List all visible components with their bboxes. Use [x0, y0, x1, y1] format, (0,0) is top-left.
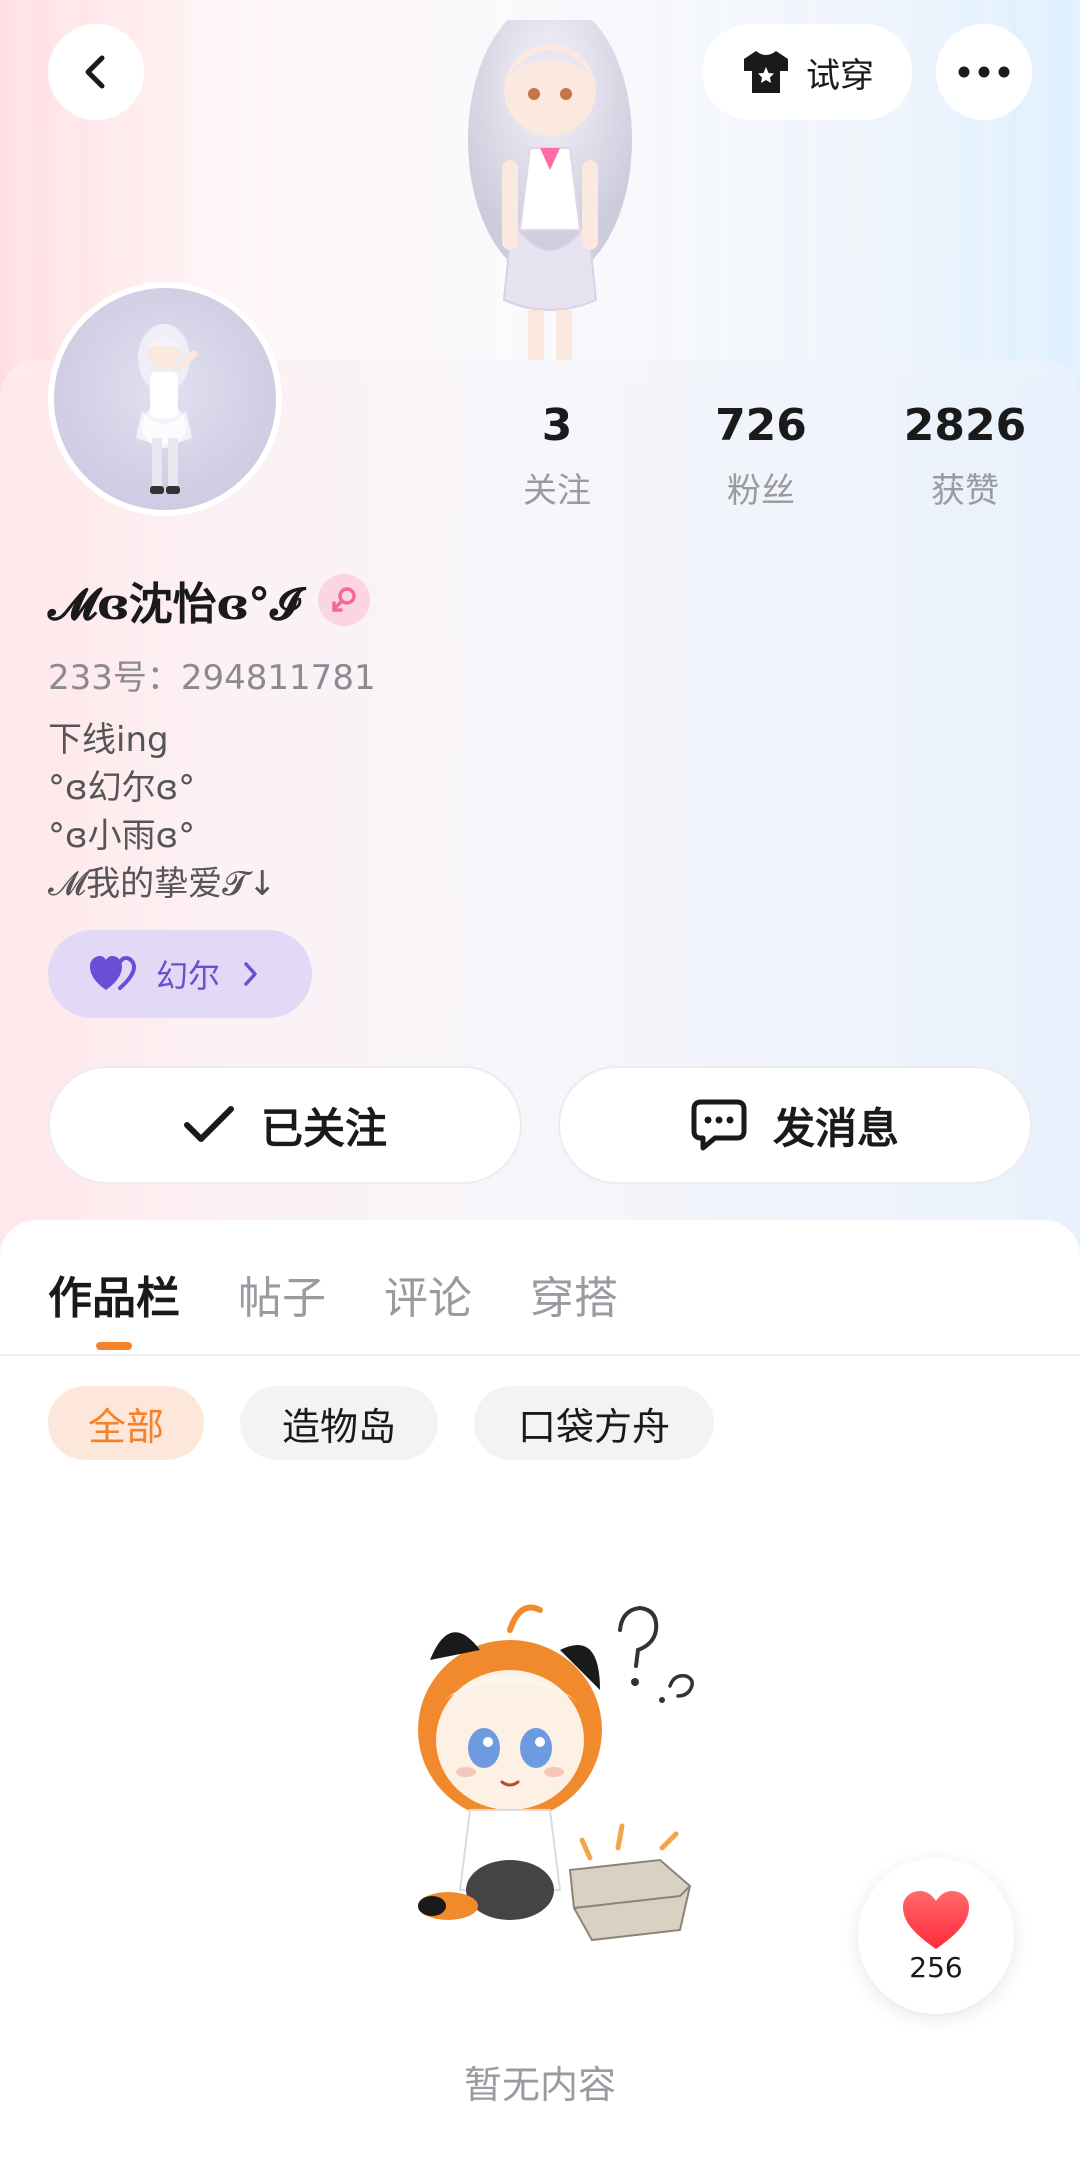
bio-line: °ɞ小雨ɞ° [48, 816, 196, 856]
followed-button[interactable]: 已关注 [48, 1066, 522, 1184]
more-dots-icon [958, 66, 1010, 78]
partner-button[interactable]: 幻尔 [48, 930, 312, 1018]
divider [0, 1354, 1080, 1356]
more-options-button[interactable] [936, 24, 1032, 120]
bio-line: 下线ing [48, 720, 169, 760]
fans-label: 粉丝 [727, 471, 795, 511]
stat-following[interactable]: 3 关注 [467, 400, 647, 512]
bio-line: 𝓜我的挚爱𝓣↓ [48, 864, 277, 904]
double-heart-icon [90, 955, 136, 990]
avatar[interactable] [48, 282, 282, 516]
chat-bubble-icon [691, 1099, 747, 1151]
avatar-character-image [136, 324, 198, 494]
heart-icon [903, 1890, 969, 1949]
bio: 下线ing °ɞ幻尔ɞ° °ɞ小雨ɞ° 𝓜我的挚爱𝓣↓ [48, 716, 277, 908]
like-button[interactable]: 256 [858, 1858, 1014, 2014]
content-tabs: 作品栏 帖子 评论 穿搭 [48, 1262, 676, 1326]
like-count: 256 [909, 1950, 963, 1984]
chevron-left-icon [85, 55, 105, 89]
send-message-button[interactable]: 发消息 [558, 1066, 1032, 1184]
checkmark-icon [183, 1106, 234, 1142]
fans-count: 726 [715, 400, 807, 451]
filter-chip-all[interactable]: 全部 [48, 1386, 204, 1460]
following-label: 关注 [523, 471, 591, 511]
bio-line: °ɞ幻尔ɞ° [48, 768, 196, 808]
try-on-button[interactable]: 试穿 [702, 24, 912, 120]
shirt-star-icon [744, 51, 788, 93]
user-id: 233号：294811781 [48, 658, 376, 698]
back-button[interactable] [48, 24, 144, 120]
banner-character-image [468, 20, 632, 360]
partner-label: 幻尔 [156, 957, 221, 995]
stat-likes[interactable]: 2826 获赞 [875, 400, 1055, 512]
tab-comments[interactable]: 评论 [384, 1262, 472, 1326]
following-count: 3 [541, 400, 573, 451]
active-tab-indicator [96, 1342, 132, 1350]
followed-label: 已关注 [260, 1103, 387, 1153]
tab-posts[interactable]: 帖子 [238, 1262, 326, 1326]
empty-state-illustration [418, 1604, 694, 1942]
chevron-right-icon [244, 962, 257, 986]
empty-state-text: 暂无内容 [463, 2063, 616, 2107]
send-message-label: 发消息 [772, 1103, 899, 1153]
female-gender-icon [317, 574, 370, 626]
stat-fans[interactable]: 726 粉丝 [671, 400, 851, 512]
filter-chip-creation-island[interactable]: 造物岛 [240, 1386, 438, 1460]
filter-chip-pocket-ark[interactable]: 口袋方舟 [474, 1386, 714, 1460]
likes-label: 获赞 [931, 471, 999, 511]
tab-works[interactable]: 作品栏 [48, 1262, 180, 1326]
likes-count: 2826 [903, 400, 1027, 451]
tab-outfits[interactable]: 穿搭 [530, 1262, 618, 1326]
try-on-label: 试穿 [806, 55, 874, 96]
username-row: 𝓜ɞ沈怡ɞ°𝓘 [48, 570, 370, 630]
username: 𝓜ɞ沈怡ɞ°𝓘 [48, 579, 300, 630]
